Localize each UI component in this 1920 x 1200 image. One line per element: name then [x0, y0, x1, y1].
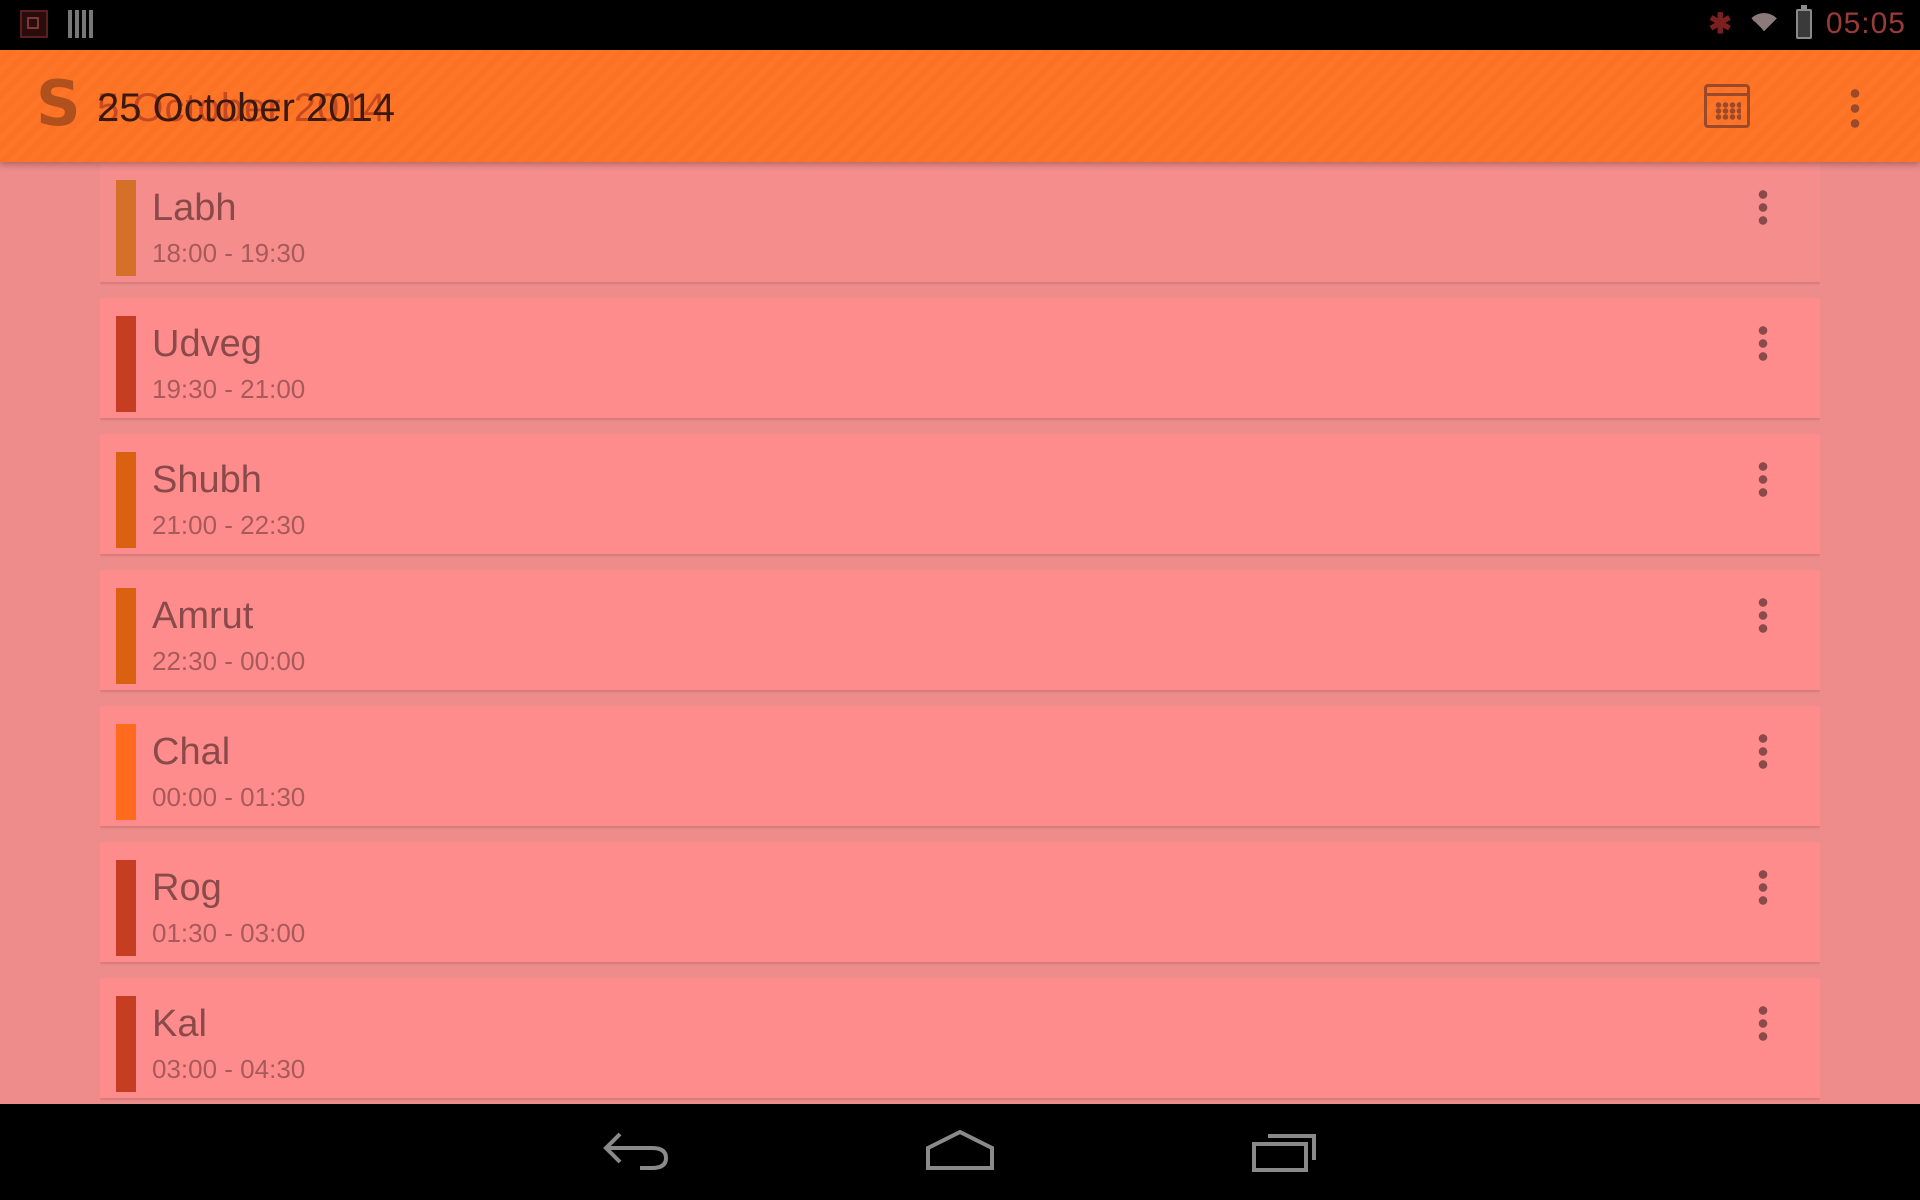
notification-area: [20, 10, 94, 38]
battery-icon: [1795, 5, 1812, 39]
list-item[interactable]: Udveg 19:30 - 21:00: [100, 298, 1820, 418]
bluetooth-icon: ✱: [1708, 8, 1732, 39]
list-item[interactable]: Chal 00:00 - 01:30: [100, 706, 1820, 826]
list-item[interactable]: Kal 03:00 - 04:30: [100, 978, 1820, 1098]
item-time: 22:30 - 00:00: [152, 646, 306, 676]
item-menu-icon[interactable]: [1758, 596, 1768, 634]
color-bar: [116, 180, 136, 276]
color-bar: [116, 316, 136, 412]
list-item[interactable]: Rog 01:30 - 03:00: [100, 842, 1820, 962]
calendar-icon[interactable]: [1704, 84, 1750, 128]
item-menu-icon[interactable]: [1758, 868, 1768, 906]
choghadiya-list: Labh 18:00 - 19:30 Udveg 19:30 - 21:00 S…: [100, 162, 1820, 1104]
item-time: 19:30 - 21:00: [152, 374, 306, 404]
color-bar: [116, 860, 136, 956]
action-bar: S 5 October 2014 25 October 2014: [0, 50, 1920, 162]
item-menu-icon[interactable]: [1758, 324, 1768, 362]
list-item[interactable]: Amrut 22:30 - 00:00: [100, 570, 1820, 690]
barcode-notification-icon: [68, 10, 94, 38]
list-item[interactable]: Labh 18:00 - 19:30: [100, 162, 1820, 282]
navigation-bar: [0, 1104, 1920, 1200]
system-tray: ✱ 05:05: [1708, 5, 1906, 42]
item-time: 18:00 - 19:30: [152, 238, 306, 268]
item-name: Udveg: [152, 323, 262, 365]
item-name: Shubh: [152, 459, 262, 501]
item-name: Chal: [152, 731, 231, 773]
item-name: Labh: [152, 187, 237, 229]
back-icon[interactable]: [600, 1128, 672, 1174]
item-time: 01:30 - 03:00: [152, 918, 306, 948]
color-bar: [116, 996, 136, 1092]
date-title: 25 October 2014: [97, 86, 395, 130]
color-bar: [116, 588, 136, 684]
wifi-icon: [1745, 9, 1782, 39]
item-name: Rog: [152, 867, 222, 909]
item-time: 03:00 - 04:30: [152, 1054, 306, 1084]
color-bar: [116, 724, 136, 820]
screenshot-notification-icon: [20, 10, 48, 38]
item-name: Kal: [152, 1003, 207, 1045]
item-time: 21:00 - 22:30: [152, 510, 306, 540]
item-menu-icon[interactable]: [1758, 188, 1768, 226]
recent-apps-icon[interactable]: [1250, 1126, 1320, 1174]
home-icon[interactable]: [922, 1126, 998, 1174]
item-menu-icon[interactable]: [1758, 1004, 1768, 1042]
clock: 05:05: [1825, 7, 1906, 40]
item-menu-icon[interactable]: [1758, 732, 1768, 770]
list-item[interactable]: Shubh 21:00 - 22:30: [100, 434, 1820, 554]
item-time: 00:00 - 01:30: [152, 782, 306, 812]
color-bar: [116, 452, 136, 548]
overflow-menu-icon[interactable]: [1848, 86, 1862, 130]
status-bar: ✱ 05:05: [0, 0, 1920, 50]
app-logo-icon[interactable]: S: [36, 72, 81, 136]
item-menu-icon[interactable]: [1758, 460, 1768, 498]
item-name: Amrut: [152, 595, 254, 637]
